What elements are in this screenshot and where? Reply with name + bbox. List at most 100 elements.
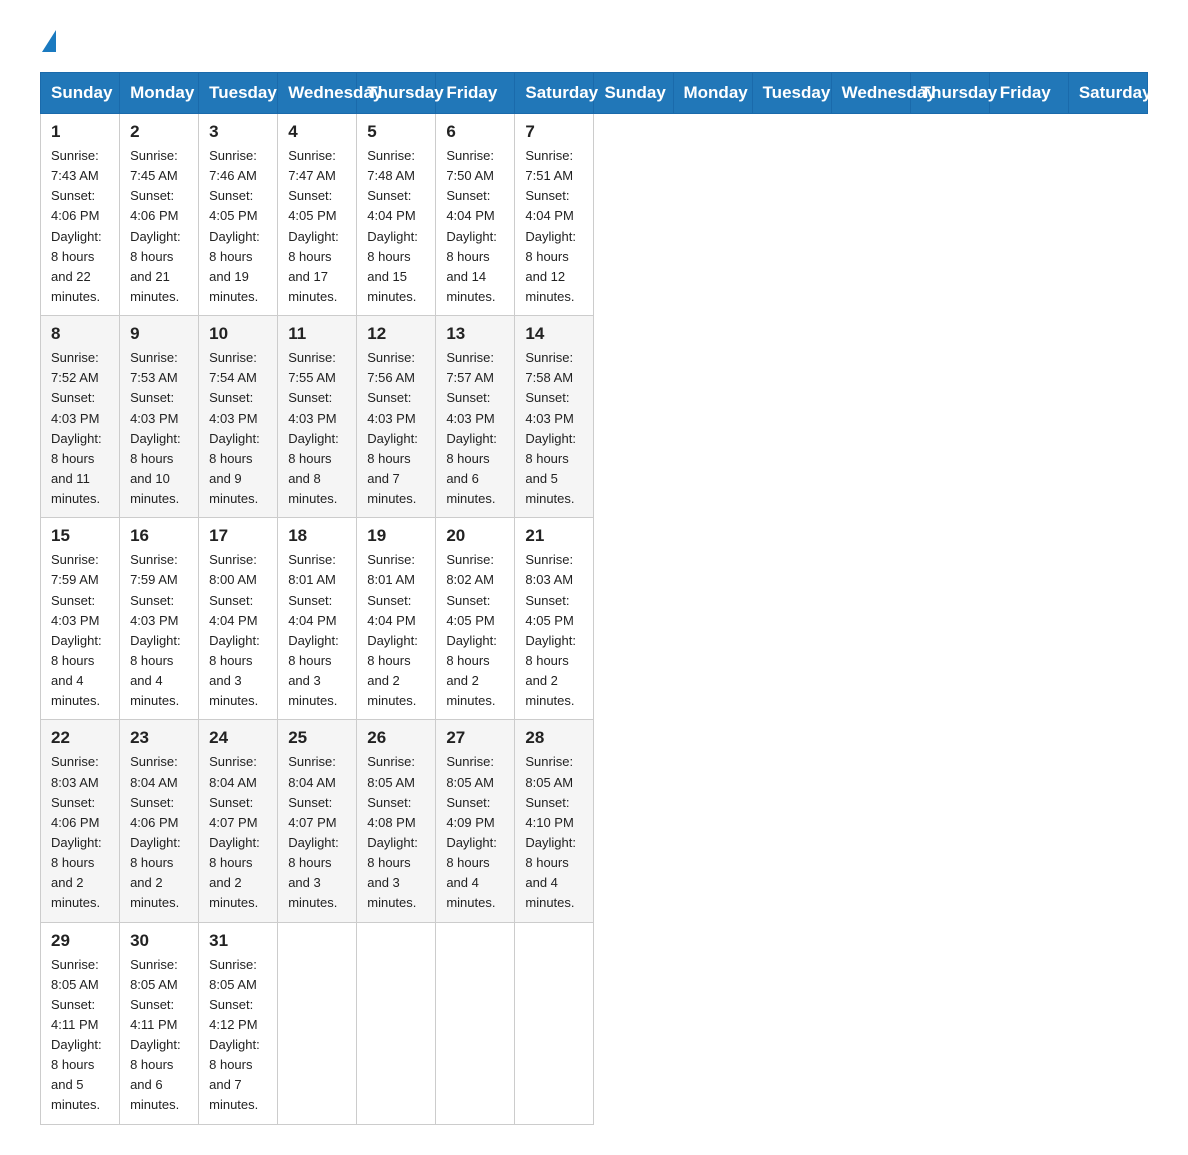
calendar-cell: 21 Sunrise: 8:03 AMSunset: 4:05 PMDaylig… (515, 518, 594, 720)
calendar-cell: 20 Sunrise: 8:02 AMSunset: 4:05 PMDaylig… (436, 518, 515, 720)
calendar-header-row: SundayMondayTuesdayWednesdayThursdayFrid… (41, 73, 1148, 114)
calendar-cell: 17 Sunrise: 8:00 AMSunset: 4:04 PMDaylig… (199, 518, 278, 720)
header-saturday: Saturday (515, 73, 594, 114)
calendar-cell: 9 Sunrise: 7:53 AMSunset: 4:03 PMDayligh… (120, 316, 199, 518)
day-info: Sunrise: 8:01 AMSunset: 4:04 PMDaylight:… (288, 552, 339, 708)
day-number: 29 (51, 931, 109, 951)
day-info: Sunrise: 7:58 AMSunset: 4:03 PMDaylight:… (525, 350, 576, 506)
day-number: 1 (51, 122, 109, 142)
calendar-cell: 18 Sunrise: 8:01 AMSunset: 4:04 PMDaylig… (278, 518, 357, 720)
day-number: 14 (525, 324, 583, 344)
day-info: Sunrise: 8:05 AMSunset: 4:08 PMDaylight:… (367, 754, 418, 910)
day-number: 15 (51, 526, 109, 546)
day-info: Sunrise: 7:51 AMSunset: 4:04 PMDaylight:… (525, 148, 576, 304)
day-number: 4 (288, 122, 346, 142)
calendar-cell: 24 Sunrise: 8:04 AMSunset: 4:07 PMDaylig… (199, 720, 278, 922)
calendar-cell: 25 Sunrise: 8:04 AMSunset: 4:07 PMDaylig… (278, 720, 357, 922)
day-info: Sunrise: 7:45 AMSunset: 4:06 PMDaylight:… (130, 148, 181, 304)
day-info: Sunrise: 7:53 AMSunset: 4:03 PMDaylight:… (130, 350, 181, 506)
day-info: Sunrise: 7:54 AMSunset: 4:03 PMDaylight:… (209, 350, 260, 506)
day-number: 2 (130, 122, 188, 142)
calendar-cell (436, 922, 515, 1124)
day-info: Sunrise: 8:00 AMSunset: 4:04 PMDaylight:… (209, 552, 260, 708)
day-info: Sunrise: 7:48 AMSunset: 4:04 PMDaylight:… (367, 148, 418, 304)
day-info: Sunrise: 8:05 AMSunset: 4:11 PMDaylight:… (130, 957, 181, 1113)
day-number: 25 (288, 728, 346, 748)
calendar-cell: 19 Sunrise: 8:01 AMSunset: 4:04 PMDaylig… (357, 518, 436, 720)
day-info: Sunrise: 7:59 AMSunset: 4:03 PMDaylight:… (51, 552, 102, 708)
calendar-week-5: 29 Sunrise: 8:05 AMSunset: 4:11 PMDaylig… (41, 922, 1148, 1124)
day-number: 19 (367, 526, 425, 546)
calendar-cell: 30 Sunrise: 8:05 AMSunset: 4:11 PMDaylig… (120, 922, 199, 1124)
header-wednesday: Wednesday (278, 73, 357, 114)
day-info: Sunrise: 8:05 AMSunset: 4:12 PMDaylight:… (209, 957, 260, 1113)
day-number: 5 (367, 122, 425, 142)
day-info: Sunrise: 7:46 AMSunset: 4:05 PMDaylight:… (209, 148, 260, 304)
header-monday: Monday (673, 73, 752, 114)
day-number: 23 (130, 728, 188, 748)
calendar-cell (278, 922, 357, 1124)
day-number: 26 (367, 728, 425, 748)
header-wednesday: Wednesday (831, 73, 910, 114)
calendar-cell: 5 Sunrise: 7:48 AMSunset: 4:04 PMDayligh… (357, 114, 436, 316)
day-number: 11 (288, 324, 346, 344)
calendar-cell: 29 Sunrise: 8:05 AMSunset: 4:11 PMDaylig… (41, 922, 120, 1124)
calendar-week-3: 15 Sunrise: 7:59 AMSunset: 4:03 PMDaylig… (41, 518, 1148, 720)
day-number: 7 (525, 122, 583, 142)
day-info: Sunrise: 8:02 AMSunset: 4:05 PMDaylight:… (446, 552, 497, 708)
day-info: Sunrise: 8:05 AMSunset: 4:10 PMDaylight:… (525, 754, 576, 910)
calendar-week-2: 8 Sunrise: 7:52 AMSunset: 4:03 PMDayligh… (41, 316, 1148, 518)
calendar-cell: 22 Sunrise: 8:03 AMSunset: 4:06 PMDaylig… (41, 720, 120, 922)
day-info: Sunrise: 8:04 AMSunset: 4:07 PMDaylight:… (288, 754, 339, 910)
header-tuesday: Tuesday (199, 73, 278, 114)
day-number: 28 (525, 728, 583, 748)
header-saturday: Saturday (1068, 73, 1147, 114)
calendar-cell: 31 Sunrise: 8:05 AMSunset: 4:12 PMDaylig… (199, 922, 278, 1124)
day-info: Sunrise: 8:04 AMSunset: 4:07 PMDaylight:… (209, 754, 260, 910)
day-info: Sunrise: 7:43 AMSunset: 4:06 PMDaylight:… (51, 148, 102, 304)
day-info: Sunrise: 8:03 AMSunset: 4:06 PMDaylight:… (51, 754, 102, 910)
day-info: Sunrise: 7:47 AMSunset: 4:05 PMDaylight:… (288, 148, 339, 304)
day-info: Sunrise: 8:01 AMSunset: 4:04 PMDaylight:… (367, 552, 418, 708)
calendar-cell: 10 Sunrise: 7:54 AMSunset: 4:03 PMDaylig… (199, 316, 278, 518)
calendar-cell: 11 Sunrise: 7:55 AMSunset: 4:03 PMDaylig… (278, 316, 357, 518)
calendar-week-1: 1 Sunrise: 7:43 AMSunset: 4:06 PMDayligh… (41, 114, 1148, 316)
day-number: 27 (446, 728, 504, 748)
calendar-week-4: 22 Sunrise: 8:03 AMSunset: 4:06 PMDaylig… (41, 720, 1148, 922)
day-info: Sunrise: 8:04 AMSunset: 4:06 PMDaylight:… (130, 754, 181, 910)
day-number: 12 (367, 324, 425, 344)
page-header (40, 30, 1148, 52)
header-monday: Monday (120, 73, 199, 114)
day-number: 9 (130, 324, 188, 344)
day-info: Sunrise: 7:55 AMSunset: 4:03 PMDaylight:… (288, 350, 339, 506)
day-number: 24 (209, 728, 267, 748)
logo (40, 30, 58, 52)
day-info: Sunrise: 7:50 AMSunset: 4:04 PMDaylight:… (446, 148, 497, 304)
day-info: Sunrise: 8:05 AMSunset: 4:11 PMDaylight:… (51, 957, 102, 1113)
header-friday: Friday (436, 73, 515, 114)
day-number: 18 (288, 526, 346, 546)
day-number: 16 (130, 526, 188, 546)
calendar-cell: 27 Sunrise: 8:05 AMSunset: 4:09 PMDaylig… (436, 720, 515, 922)
calendar-cell: 28 Sunrise: 8:05 AMSunset: 4:10 PMDaylig… (515, 720, 594, 922)
calendar-cell: 6 Sunrise: 7:50 AMSunset: 4:04 PMDayligh… (436, 114, 515, 316)
calendar-cell: 13 Sunrise: 7:57 AMSunset: 4:03 PMDaylig… (436, 316, 515, 518)
header-sunday: Sunday (41, 73, 120, 114)
day-info: Sunrise: 8:03 AMSunset: 4:05 PMDaylight:… (525, 552, 576, 708)
calendar-cell: 14 Sunrise: 7:58 AMSunset: 4:03 PMDaylig… (515, 316, 594, 518)
calendar-cell: 2 Sunrise: 7:45 AMSunset: 4:06 PMDayligh… (120, 114, 199, 316)
header-thursday: Thursday (910, 73, 989, 114)
calendar-cell: 23 Sunrise: 8:04 AMSunset: 4:06 PMDaylig… (120, 720, 199, 922)
day-number: 17 (209, 526, 267, 546)
calendar-cell: 3 Sunrise: 7:46 AMSunset: 4:05 PMDayligh… (199, 114, 278, 316)
day-number: 6 (446, 122, 504, 142)
calendar-cell: 8 Sunrise: 7:52 AMSunset: 4:03 PMDayligh… (41, 316, 120, 518)
calendar-cell: 26 Sunrise: 8:05 AMSunset: 4:08 PMDaylig… (357, 720, 436, 922)
header-friday: Friday (989, 73, 1068, 114)
calendar-cell (515, 922, 594, 1124)
day-number: 3 (209, 122, 267, 142)
calendar-cell: 15 Sunrise: 7:59 AMSunset: 4:03 PMDaylig… (41, 518, 120, 720)
day-number: 21 (525, 526, 583, 546)
day-info: Sunrise: 7:56 AMSunset: 4:03 PMDaylight:… (367, 350, 418, 506)
day-number: 30 (130, 931, 188, 951)
